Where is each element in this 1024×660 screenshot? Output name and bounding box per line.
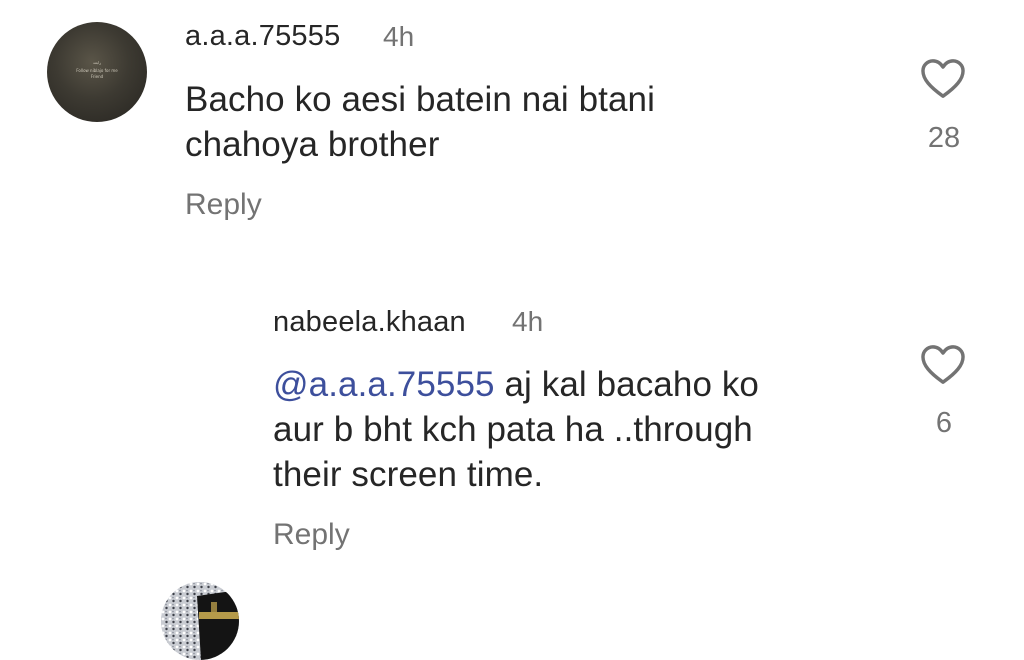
comment-text-line-2: aur b bht kch pata ha ..through [273,410,753,449]
comment-username[interactable]: nabeela.khaan [273,306,466,339]
avatar[interactable] [161,582,239,660]
avatar[interactable]: رابعہ Follow niblajo for me Friend [47,22,147,122]
kaaba-image [161,582,239,660]
avatar-text-3: Friend [90,74,104,79]
comment-timestamp: 4h [383,21,415,52]
comment-text-fragment: aj kal bacaho ko [494,365,759,404]
user-mention-link[interactable]: @a.a.a.75555 [273,365,495,404]
comment-reply-item: nabeela.khaan 4h @a.a.a.75555 aj kal bac… [0,280,1024,660]
reply-button[interactable]: Reply [185,188,262,222]
like-count: 28 [927,122,961,154]
heart-outline-icon[interactable] [920,58,966,100]
comment-text-line-1: @a.a.a.75555 aj kal bacaho ko [273,362,759,407]
avatar-text-2: Follow niblajo for me [76,68,118,73]
comment-text-line-2: chahoya brother [185,125,440,164]
comment-text-line-1: Bacho ko aesi batein nai btani [185,80,655,119]
comment-timestamp: 4h [512,306,544,337]
comment-item: رابعہ Follow niblajo for me Friend a.a.a… [0,0,1024,250]
heart-outline-icon[interactable] [920,344,966,386]
comment-username[interactable]: a.a.a.75555 [185,20,340,53]
avatar-text-1: رابعہ [92,60,102,65]
comment-text-line-3: their screen time. [273,455,544,494]
reply-button[interactable]: Reply [273,518,350,552]
like-count: 6 [935,407,953,439]
